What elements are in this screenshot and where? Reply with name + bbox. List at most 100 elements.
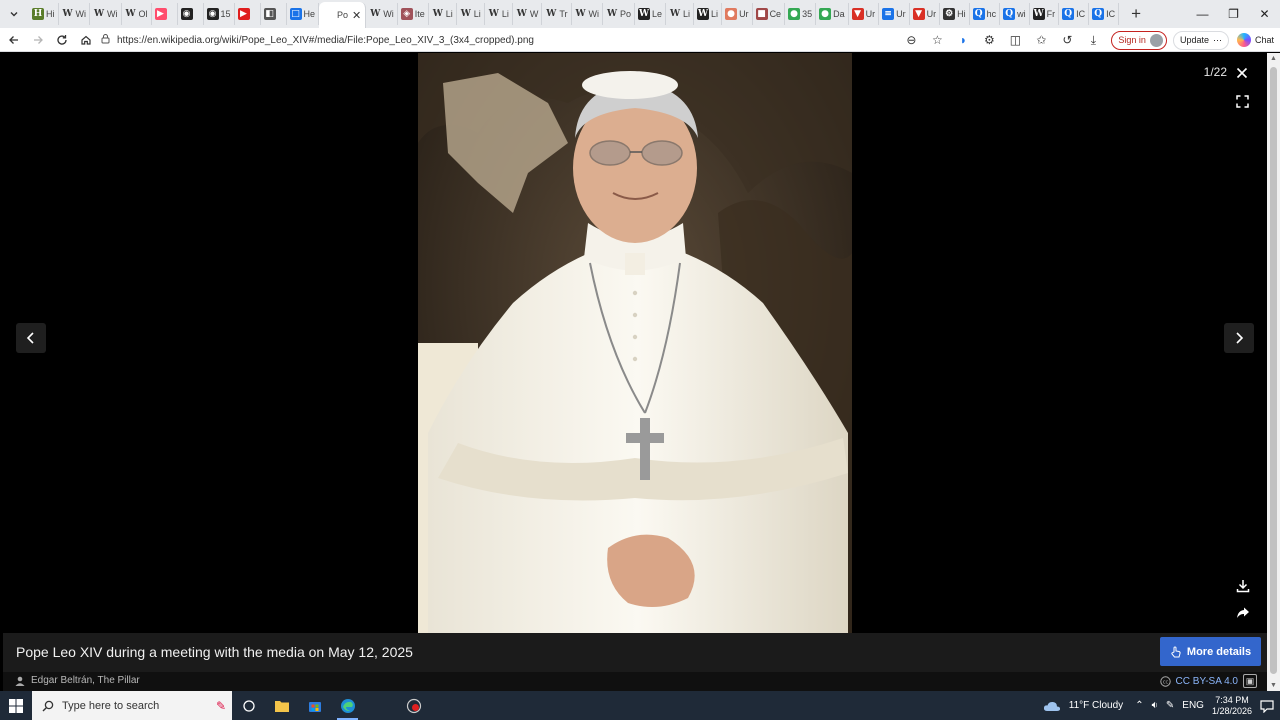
favorite-star-icon[interactable]: ☆: [925, 29, 949, 51]
tab[interactable]: W Li: [429, 3, 457, 25]
tab[interactable]: Qhc: [970, 3, 1001, 25]
tab[interactable]: ■ Ce: [753, 3, 786, 25]
tab[interactable]: Q IC: [1059, 3, 1090, 25]
file-explorer-button[interactable]: [265, 691, 298, 720]
image-counter: 1/22: [1203, 65, 1227, 79]
tab[interactable]: ◉ 15: [204, 3, 235, 25]
tab[interactable]: W Po: [603, 3, 636, 25]
creative-commons-icon: cc: [1159, 675, 1171, 687]
notification-icon[interactable]: [1260, 699, 1274, 713]
tab[interactable]: W Li: [666, 3, 695, 25]
url-text[interactable]: https://en.wikipedia.org/wiki/Pope_Leo_X…: [117, 35, 534, 46]
tab[interactable]: W Li: [457, 3, 485, 25]
scroll-thumb[interactable]: [1270, 67, 1277, 674]
share-button[interactable]: [1231, 601, 1255, 625]
tab-actions-menu-button[interactable]: [3, 3, 25, 25]
search-highlight-icon[interactable]: ✎: [216, 699, 226, 713]
license-info[interactable]: cc CC BY-SA 4.0 ▣: [1159, 674, 1257, 688]
tab[interactable]: W Wi: [90, 3, 122, 25]
update-button[interactable]: Update ⋯: [1172, 30, 1229, 50]
tab[interactable]: W Fr: [1030, 3, 1060, 25]
download-button[interactable]: [1231, 574, 1255, 598]
address-bar[interactable]: https://en.wikipedia.org/wiki/Pope_Leo_X…: [100, 30, 950, 50]
start-button[interactable]: [0, 691, 32, 720]
history-icon[interactable]: ↺: [1055, 29, 1079, 51]
tab[interactable]: W Wi: [59, 3, 90, 25]
restore-button[interactable]: ❐: [1218, 0, 1249, 28]
tab-favicon-icon: [323, 9, 335, 21]
tab[interactable]: ● Ur: [722, 3, 753, 25]
tab[interactable]: W Wi: [366, 3, 398, 25]
scroll-up-arrow-icon[interactable]: ▲: [1270, 55, 1277, 62]
split-screen-icon[interactable]: ◫: [1003, 29, 1027, 51]
tab[interactable]: ▼ Ur: [849, 3, 880, 25]
weather-text[interactable]: 11°F Cloudy: [1069, 700, 1123, 711]
more-details-button[interactable]: More details: [1160, 637, 1261, 666]
screen-recorder-button[interactable]: [397, 691, 430, 720]
taskbar-search-box[interactable]: Type here to search ✎: [32, 691, 232, 720]
copilot-chat-button[interactable]: Chat: [1231, 31, 1280, 50]
downloads-icon[interactable]: ⤓: [1081, 29, 1105, 51]
tab[interactable]: W Wi: [572, 3, 603, 25]
tab[interactable]: ◈ Ite: [398, 3, 429, 25]
next-image-button[interactable]: [1224, 323, 1254, 353]
tab[interactable]: W Ol: [122, 3, 152, 25]
pen-icon[interactable]: ✎: [1166, 700, 1174, 711]
close-window-button[interactable]: ✕: [1249, 0, 1280, 28]
tab[interactable]: ▼ Ur: [910, 3, 941, 25]
minimize-button[interactable]: —: [1187, 0, 1218, 28]
extensions-icon[interactable]: ⚙: [977, 29, 1001, 51]
close-viewer-button[interactable]: [1231, 62, 1253, 84]
tab[interactable]: WW: [513, 3, 543, 25]
previous-image-button[interactable]: [16, 323, 46, 353]
tab-label: Li: [501, 9, 509, 19]
scroll-down-arrow-icon[interactable]: ▼: [1270, 682, 1277, 689]
chevron-down-icon: [10, 12, 18, 17]
home-button[interactable]: [74, 29, 98, 51]
avatar: [1149, 33, 1163, 47]
tab[interactable]: W Le: [635, 3, 667, 25]
tab[interactable]: ● 35: [785, 3, 817, 25]
tab[interactable]: W Tr: [542, 3, 572, 25]
license-text[interactable]: CC BY-SA 4.0: [1176, 676, 1238, 687]
read-aloud-icon[interactable]: ◗: [951, 29, 975, 51]
taskbar-app-blank[interactable]: [364, 691, 397, 720]
tab-label: hc: [986, 9, 997, 19]
tab[interactable]: ⚙ Hi: [940, 3, 970, 25]
chevron-up-icon[interactable]: ⌃: [1135, 700, 1143, 711]
sign-in-button[interactable]: Sign in: [1111, 30, 1167, 50]
document-icon[interactable]: ▣: [1243, 674, 1257, 688]
microsoft-store-button[interactable]: [298, 691, 331, 720]
tab[interactable]: W Li: [485, 3, 513, 25]
new-tab-button[interactable]: +: [1125, 3, 1147, 25]
tab[interactable]: Q IC: [1089, 3, 1120, 25]
tab[interactable]: W Li: [694, 3, 723, 25]
tab[interactable]: H Hi: [29, 3, 59, 25]
volume-icon[interactable]: 🔉︎: [1152, 700, 1158, 711]
tab[interactable]: ◉: [178, 3, 204, 25]
page-scrollbar[interactable]: ▲ ▼: [1267, 53, 1280, 691]
recorder-icon: [406, 698, 421, 713]
tab[interactable]: ≡ Ur: [879, 3, 910, 25]
author-credit[interactable]: Edgar Beltrán, The Pillar: [15, 675, 140, 686]
store-icon: [308, 701, 321, 712]
tab-close-icon[interactable]: ✕: [352, 9, 361, 22]
edge-browser-button[interactable]: [331, 691, 364, 720]
language-indicator[interactable]: ENG: [1182, 700, 1204, 711]
tab[interactable]: Qwi: [1000, 3, 1030, 25]
tab-favicon-icon: W: [516, 9, 527, 19]
forward-button[interactable]: [26, 29, 50, 51]
fullscreen-button[interactable]: [1231, 90, 1253, 112]
tab[interactable]: ◧: [261, 3, 287, 25]
tab[interactable]: ● Da: [816, 3, 849, 25]
tab[interactable]: ▶: [152, 3, 178, 25]
tab[interactable]: □ He: [287, 3, 320, 25]
refresh-button[interactable]: [50, 29, 74, 51]
tab[interactable]: ▶: [235, 3, 261, 25]
reader-mode-icon[interactable]: ⊖: [899, 29, 923, 51]
favorites-icon[interactable]: ✩: [1029, 29, 1053, 51]
tab-active[interactable]: Po ✕: [319, 2, 367, 28]
task-view-button[interactable]: [232, 691, 265, 720]
back-button[interactable]: [2, 29, 26, 51]
clock[interactable]: 7:34 PM 1/28/2026: [1212, 695, 1252, 717]
